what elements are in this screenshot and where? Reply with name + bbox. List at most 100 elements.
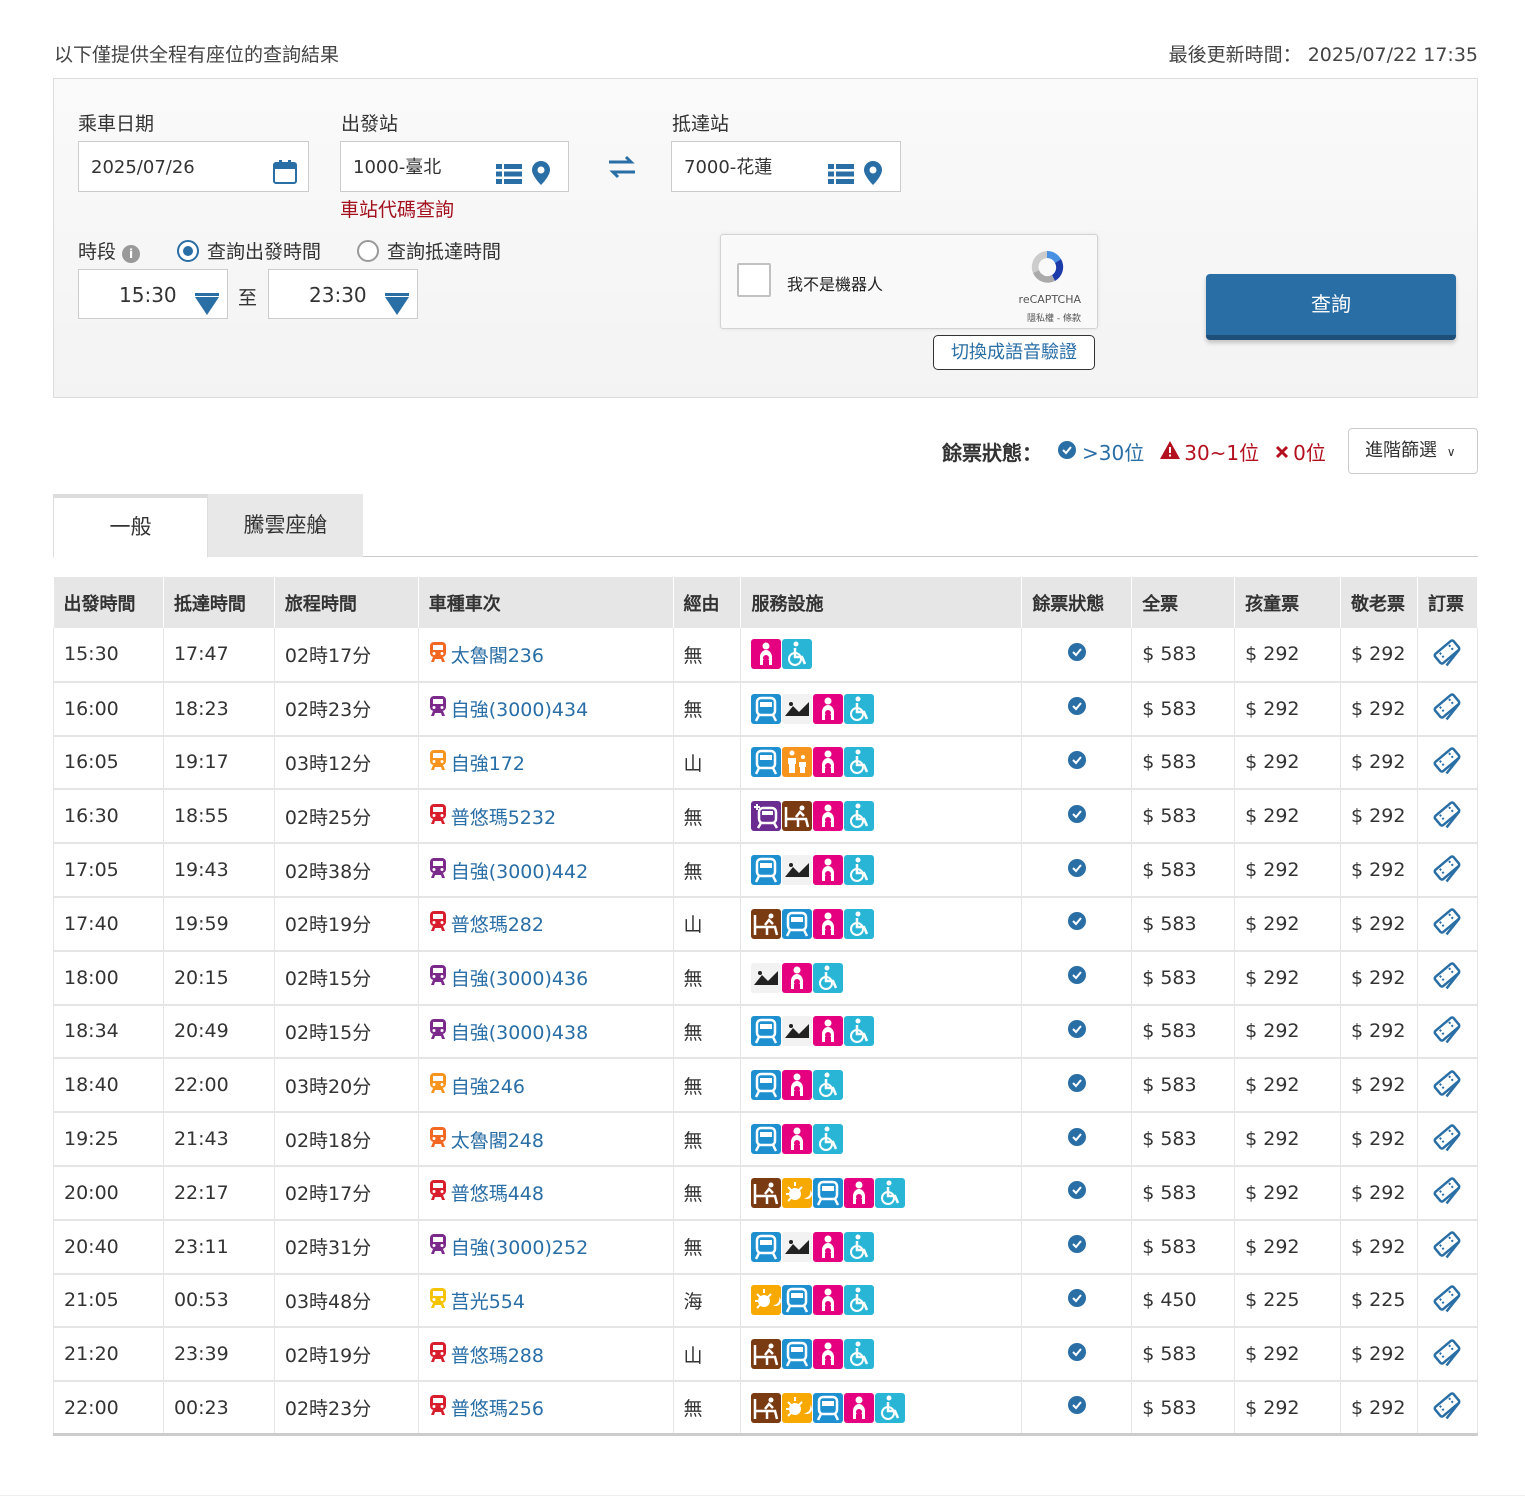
seat-icon (751, 1177, 782, 1208)
service-facilities (740, 1381, 1023, 1436)
ticket-book-icon[interactable] (1432, 908, 1462, 941)
ticket-book-icon[interactable] (1432, 1177, 1462, 1210)
col-header-book: 訂票 (1417, 577, 1479, 628)
seat-icon (782, 801, 813, 832)
via-line: 山 (673, 1327, 742, 1383)
recaptcha-checkbox[interactable] (737, 263, 771, 297)
duration: 02時18分 (274, 1112, 419, 1167)
info-icon[interactable]: i (122, 245, 141, 263)
train-link[interactable]: 普悠瑪282 (429, 910, 544, 937)
train-link[interactable]: 太魯閣248 (429, 1126, 544, 1153)
nursing-icon (813, 908, 844, 939)
last-updated-label: 最後更新時間： (1168, 44, 1302, 66)
full-fare: $ 583 (1131, 1112, 1236, 1167)
radio-depart-dot[interactable] (177, 239, 199, 262)
ticket-book-icon[interactable] (1432, 1339, 1462, 1372)
col-header-senior: 敬老票 (1340, 577, 1418, 628)
book-cell (1417, 1165, 1479, 1221)
end-time-select[interactable]: 23:30 (268, 269, 418, 319)
service-icons (751, 1285, 1021, 1316)
train-link[interactable]: 自強(3000)252 (429, 1233, 588, 1260)
start-time-select[interactable]: 15:30 (78, 269, 228, 319)
ticket-book-icon[interactable] (1432, 693, 1462, 726)
train-link[interactable]: 自強(3000)442 (429, 857, 588, 884)
station-list-icon[interactable] (496, 154, 522, 205)
train-link[interactable]: 自強(3000)438 (429, 1018, 588, 1045)
dropdown-arrow-icon[interactable] (195, 283, 219, 333)
departure-time: 22:00 (53, 1381, 164, 1436)
departure-time: 17:40 (53, 896, 164, 952)
ticket-book-icon[interactable] (1432, 639, 1462, 672)
train-icon (813, 1392, 844, 1423)
table-row: 21:20 23:39 02時19分 普悠瑪288 山 $ 583 $ 292 $ 292 (53, 1327, 1479, 1383)
from-station-input[interactable]: 1000-臺北 (340, 141, 569, 192)
recaptcha-logo-icon (1027, 247, 1067, 291)
to-station-input[interactable]: 7000-花蓮 (671, 141, 901, 192)
senior-fare: $ 292 (1340, 896, 1418, 952)
departure-time: 16:30 (53, 789, 164, 845)
ticket-book-icon[interactable] (1432, 1231, 1462, 1264)
ticket-book-icon[interactable] (1432, 1016, 1462, 1049)
train-link[interactable]: 普悠瑪5232 (429, 803, 556, 830)
station-list-icon[interactable] (828, 154, 854, 205)
train-link[interactable]: 自強246 (429, 1072, 525, 1099)
train-link[interactable]: 自強(3000)434 (429, 695, 588, 722)
ticket-book-icon[interactable] (1432, 801, 1462, 834)
radio-depart[interactable]: 查詢出發時間 (177, 237, 321, 264)
advanced-filter-button[interactable]: 進階篩選 ∨ (1348, 428, 1478, 474)
audio-captcha-button[interactable]: 切換成語音驗證 (933, 335, 1095, 370)
table-row: 20:00 22:17 02時17分 普悠瑪448 無 $ 583 $ 292 $ 292 (53, 1165, 1479, 1221)
radio-arrive[interactable]: 查詢抵達時間 (357, 237, 501, 264)
radio-arrive-dot[interactable] (357, 239, 379, 262)
check-circle-icon (1067, 1019, 1086, 1043)
train-icon (782, 1339, 813, 1370)
via-line: 無 (673, 843, 742, 898)
train-link[interactable]: 莒光554 (429, 1287, 525, 1314)
wheelchair-icon (813, 1124, 844, 1155)
recaptcha-brand: reCAPTCHA (1018, 293, 1081, 306)
train-icon (429, 857, 447, 883)
query-button[interactable]: 查詢 (1206, 274, 1456, 340)
swap-stations-icon[interactable] (607, 152, 637, 186)
recaptcha-terms[interactable]: 隱私權 - 條款 (1027, 311, 1081, 324)
ticket-book-icon[interactable] (1432, 1070, 1462, 1103)
train-icon (429, 1018, 447, 1044)
wheelchair-icon (844, 801, 875, 832)
ticket-book-icon[interactable] (1432, 1285, 1462, 1318)
table-body: 15:30 17:47 02時17分 太魯閣236 無 $ 583 $ 292 $ 292 16… (53, 628, 1479, 1436)
wheelchair-icon (782, 639, 813, 670)
tab-general[interactable]: 一般 (53, 494, 208, 558)
seat-icon (751, 1392, 782, 1423)
ticket-book-icon[interactable] (1432, 747, 1462, 780)
ticket-book-icon[interactable] (1432, 962, 1462, 995)
train-link[interactable]: 太魯閣236 (429, 641, 544, 668)
ticket-book-icon[interactable] (1432, 854, 1462, 888)
train-cell: 自強(3000)434 (418, 681, 674, 737)
train-cell: 自強(3000)436 (418, 950, 674, 1006)
train-link[interactable]: 自強(3000)436 (429, 964, 588, 991)
ticket-book-icon[interactable] (1432, 1392, 1462, 1425)
departure-time: 18:34 (53, 1004, 164, 1060)
service-icons (751, 962, 1021, 993)
dropdown-arrow-icon[interactable] (385, 283, 409, 333)
ticket-status (1021, 1381, 1133, 1436)
train-link[interactable]: 普悠瑪448 (429, 1179, 544, 1206)
station-code-link[interactable]: 車站代碼查詢 (340, 195, 454, 222)
train-link[interactable]: 普悠瑪256 (429, 1394, 544, 1421)
tab-business-class[interactable]: 騰雲座艙 (208, 494, 363, 557)
ticket-book-icon[interactable] (1432, 1123, 1462, 1157)
location-pin-icon[interactable] (864, 154, 882, 205)
calendar-icon[interactable] (272, 154, 298, 205)
date-input[interactable]: 2025/07/26 (78, 141, 309, 192)
child-fare: $ 292 (1234, 628, 1342, 683)
train-link[interactable]: 普悠瑪288 (429, 1341, 544, 1368)
location-pin-icon[interactable] (532, 154, 550, 205)
duration: 02時38分 (274, 843, 419, 898)
table-row: 18:00 20:15 02時15分 自強(3000)436 無 $ 583 $ 292 $ … (53, 950, 1479, 1006)
table-row: 17:40 19:59 02時19分 普悠瑪282 山 $ 583 $ 292 $ 292 (53, 896, 1479, 952)
service-facilities (740, 1327, 1023, 1383)
train-icon (813, 1177, 844, 1208)
ticket-status (1021, 896, 1133, 952)
train-link[interactable]: 自強172 (429, 749, 525, 776)
via-line: 山 (673, 896, 742, 952)
